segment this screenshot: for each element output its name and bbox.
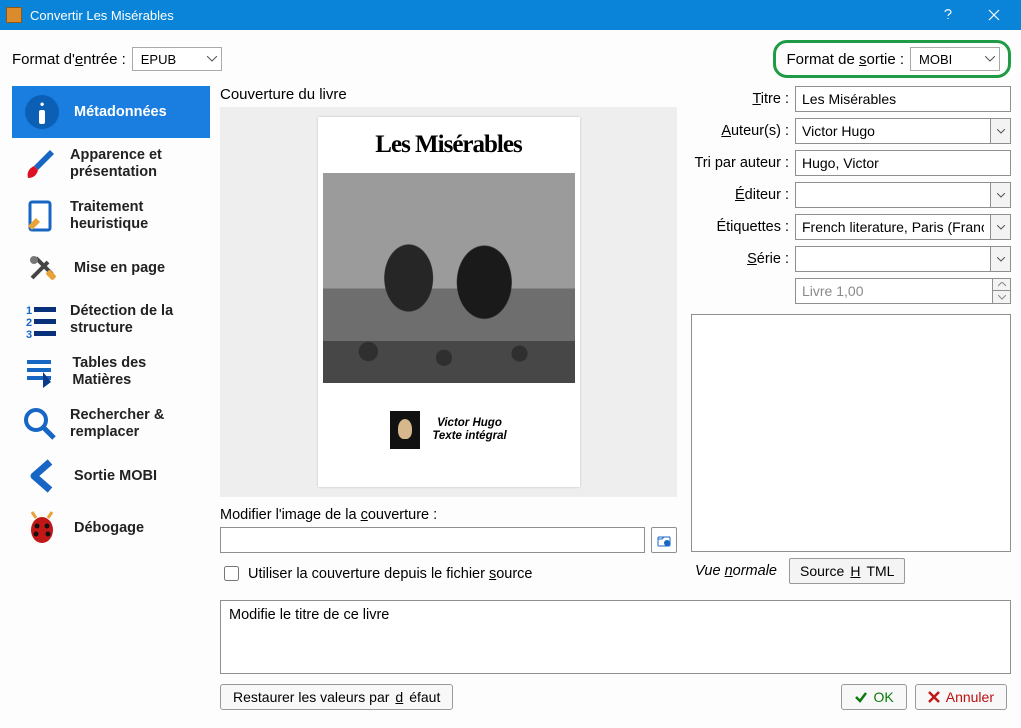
sidebar-item-toc[interactable]: Tables des Matières	[12, 346, 210, 398]
input-format-label: Format d'entrée :	[12, 51, 126, 68]
sidebar-item-label: Traitement heuristique	[70, 199, 204, 232]
close-icon	[928, 691, 940, 703]
tags-label: Étiquettes :	[691, 219, 789, 235]
output-format-combo[interactable]: MOBI	[910, 47, 1000, 71]
series-index-input	[795, 278, 993, 304]
publisher-input[interactable]	[795, 182, 991, 208]
series-label: Série :	[691, 251, 789, 267]
sidebar-item-page-setup[interactable]: Mise en page	[12, 242, 210, 294]
comments-textarea[interactable]	[691, 314, 1011, 552]
restore-defaults-button[interactable]: Restaurer les valeurs par défaut	[220, 684, 453, 710]
modify-cover-label: Modifier l'image de la couverture :	[220, 507, 677, 523]
ok-button[interactable]: OK	[841, 684, 907, 710]
view-html-tab[interactable]: Source HTML	[789, 558, 905, 584]
cover-preview-area: Les Misérables Victor HugoTexte intégral	[220, 107, 677, 497]
spin-up-button[interactable]	[993, 278, 1011, 291]
use-source-cover-input[interactable]	[224, 566, 239, 581]
sidebar-item-label: Mise en page	[74, 260, 165, 277]
output-format-value: MOBI	[919, 52, 952, 67]
sidebar: • Métadonnées Apparence et présentation …	[12, 86, 210, 710]
use-source-cover-checkbox[interactable]: Utiliser la couverture depuis le fichier…	[220, 563, 677, 584]
info-icon: •	[20, 90, 64, 134]
help-button[interactable]	[925, 0, 971, 30]
authors-label: Auteur(s) :	[691, 123, 789, 139]
title-label: Titre :	[691, 91, 789, 107]
series-input[interactable]	[795, 246, 991, 272]
author-sort-input[interactable]	[795, 150, 1011, 176]
cover-path-input[interactable]	[220, 527, 645, 553]
sidebar-item-label: Tables des Matières	[72, 355, 204, 388]
output-format-label: Format de sortie :	[786, 51, 904, 68]
tools-icon	[20, 246, 64, 290]
sidebar-item-label: Sortie MOBI	[74, 468, 157, 485]
app-icon	[6, 7, 22, 23]
title-input[interactable]	[795, 86, 1011, 112]
tags-input[interactable]	[795, 214, 991, 240]
cover-book-title: Les Misérables	[375, 131, 521, 159]
sidebar-item-search-replace[interactable]: Rechercher & remplacer	[12, 398, 210, 450]
input-format-value: EPUB	[141, 52, 176, 67]
svg-text:1: 1	[26, 305, 32, 317]
cover-image	[323, 173, 575, 383]
author-portrait	[390, 411, 420, 449]
publisher-dropdown-button[interactable]	[991, 182, 1011, 208]
brush-icon	[20, 142, 60, 186]
chevron-down-icon	[985, 56, 995, 62]
document-pencil-icon	[20, 194, 60, 238]
search-icon	[20, 402, 60, 446]
cover-preview: Les Misérables Victor HugoTexte intégral	[318, 117, 580, 487]
authors-input[interactable]	[795, 118, 991, 144]
svg-text:3: 3	[26, 329, 32, 340]
spin-down-button[interactable]	[993, 291, 1011, 304]
sidebar-item-label: Débogage	[74, 520, 144, 537]
series-index-spinner[interactable]	[993, 278, 1011, 304]
chevron-down-icon	[207, 56, 217, 62]
svg-text:2: 2	[26, 317, 32, 329]
sidebar-item-look-feel[interactable]: Apparence et présentation	[12, 138, 210, 190]
publisher-label: Éditeur :	[691, 187, 789, 203]
cover-caption: Victor HugoTexte intégral	[432, 417, 506, 442]
author-sort-label: Tri par auteur :	[691, 155, 789, 171]
chevron-left-icon	[20, 454, 64, 498]
cover-panel: Couverture du livre Les Misérables Victo…	[220, 86, 677, 584]
output-format-highlight: Format de sortie : MOBI	[773, 40, 1011, 78]
metadata-panel: Titre : Auteur(s) : Tri par auteur :	[691, 86, 1011, 584]
check-icon	[854, 690, 868, 704]
cover-section-label: Couverture du livre	[220, 86, 677, 103]
sidebar-item-debug[interactable]: Débogage	[12, 502, 210, 554]
sidebar-item-heuristic[interactable]: Traitement heuristique	[12, 190, 210, 242]
toc-icon	[20, 350, 62, 394]
window-title: Convertir Les Misérables	[30, 8, 925, 23]
sidebar-item-metadata[interactable]: • Métadonnées	[12, 86, 210, 138]
browse-cover-button[interactable]	[651, 527, 677, 553]
open-file-icon	[656, 532, 672, 548]
cancel-button[interactable]: Annuler	[915, 684, 1007, 710]
bug-icon	[20, 506, 64, 550]
list-numbered-icon: 123	[20, 298, 60, 342]
help-text: Modifie le titre de ce livre	[220, 600, 1011, 674]
use-source-cover-label: Utiliser la couverture depuis le fichier…	[248, 566, 533, 582]
tags-dropdown-button[interactable]	[991, 214, 1011, 240]
series-dropdown-button[interactable]	[991, 246, 1011, 272]
input-format-combo[interactable]: EPUB	[132, 47, 222, 71]
sidebar-item-label: Rechercher & remplacer	[70, 407, 204, 440]
sidebar-item-structure[interactable]: 123 Détection de la structure	[12, 294, 210, 346]
authors-dropdown-button[interactable]	[991, 118, 1011, 144]
sidebar-item-label: Apparence et présentation	[70, 147, 204, 180]
sidebar-item-label: Détection de la structure	[70, 303, 204, 336]
sidebar-item-mobi-output[interactable]: Sortie MOBI	[12, 450, 210, 502]
sidebar-item-label: Métadonnées	[74, 104, 167, 121]
close-button[interactable]	[971, 0, 1017, 30]
view-normal-tab[interactable]: Vue normale	[691, 561, 781, 581]
svg-text:•: •	[40, 97, 44, 111]
